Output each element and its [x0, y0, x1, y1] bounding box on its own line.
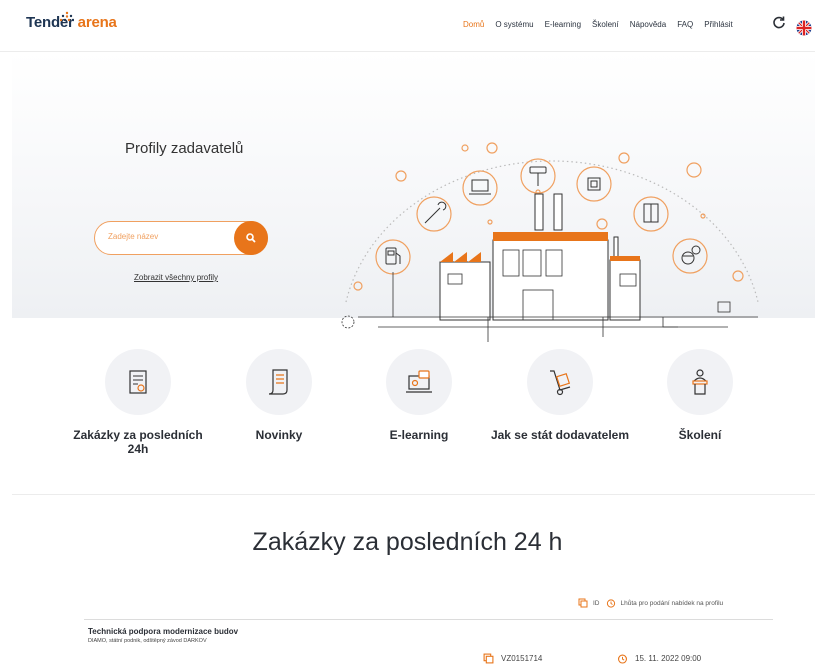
- categories-section: Zakázky za posledních 24h Novinky E-lear…: [0, 349, 815, 469]
- hand-truck-icon: [550, 370, 571, 396]
- section-title: Zakázky za posledních 24 h: [252, 528, 563, 556]
- main-nav: Domů O systému E-learning Školení Nápově…: [463, 20, 744, 29]
- alarm-clock-icon: [617, 654, 628, 664]
- tender-deadline: 15. 11. 2022 09:00: [617, 653, 701, 664]
- logo-dots-icon: [60, 11, 74, 22]
- copy-id-icon: [483, 653, 494, 664]
- search-icon: [246, 233, 256, 243]
- category-skoleni[interactable]: Školení: [630, 349, 770, 442]
- legend-id-label: ID: [593, 599, 600, 607]
- nav-item-faq[interactable]: FAQ: [677, 20, 693, 29]
- category-jak-se-stat-dodavatelem[interactable]: Jak se stát dodavatelem: [490, 349, 630, 442]
- tender-id: VZ0151714: [483, 653, 542, 664]
- hero-section: Profily zadavatelů Zobrazit všechny prof…: [12, 52, 815, 342]
- category-circle: [386, 349, 452, 415]
- nav-item-prihlasit[interactable]: Přihlásit: [704, 20, 732, 29]
- logo-text-part2: arena: [77, 14, 117, 31]
- profile-search: [94, 221, 268, 255]
- uk-flag-icon[interactable]: [796, 20, 812, 36]
- tender-row-divider: [84, 619, 773, 620]
- legend-deadline-label: Lhůta pro podání nabídek na profilu: [620, 599, 724, 607]
- site-header: Tender arena Domů O systému E-learning Š…: [0, 0, 815, 52]
- scroll-icon: [268, 369, 288, 395]
- laptop-chat-icon: [406, 370, 432, 393]
- all-profiles-link[interactable]: Zobrazit všechny profily: [134, 273, 218, 282]
- nav-item-e-learning[interactable]: E-learning: [545, 20, 581, 29]
- category-circle: [246, 349, 312, 415]
- search-button[interactable]: [234, 221, 268, 255]
- category-label: Zakázky za posledních 24h: [73, 428, 203, 456]
- lecturer-podium-icon: [692, 369, 708, 395]
- category-circle: [105, 349, 171, 415]
- profile-search-input[interactable]: [106, 231, 230, 242]
- category-e-learning[interactable]: E-learning: [349, 349, 489, 442]
- tender-legend: ID Lhůta pro podání nabídek na profilu: [578, 598, 729, 608]
- tender-organization: DIAMO, státní podnik, odštěpný závod DAR…: [88, 638, 207, 644]
- section-divider: [12, 494, 815, 495]
- alarm-clock-icon: [606, 599, 615, 608]
- category-circle: [527, 349, 593, 415]
- category-last-24h[interactable]: Zakázky za posledních 24h: [68, 349, 208, 456]
- document-certificate-icon: [129, 370, 147, 394]
- hero-title: Profily zadavatelů: [125, 140, 244, 157]
- tender-id-value: VZ0151714: [501, 654, 543, 663]
- category-label: Školení: [678, 428, 722, 442]
- category-novinky[interactable]: Novinky: [209, 349, 349, 442]
- nav-item-o-systemu[interactable]: O systému: [495, 20, 533, 29]
- refresh-icon[interactable]: [772, 15, 786, 29]
- nav-item-skoleni[interactable]: Školení: [592, 20, 619, 29]
- category-circle: [667, 349, 733, 415]
- nav-item-domu[interactable]: Domů: [463, 20, 484, 29]
- tender-deadline-value: 15. 11. 2022 09:00: [635, 654, 702, 663]
- category-label: Novinky: [255, 428, 303, 442]
- tender-title[interactable]: Technická podpora modernizace budov: [88, 627, 238, 636]
- copy-id-icon: [578, 598, 588, 608]
- logo[interactable]: Tender arena: [26, 11, 117, 31]
- industry-illustration: [341, 142, 759, 342]
- category-label: Jak se stát dodavatelem: [490, 428, 630, 442]
- category-label: E-learning: [389, 428, 449, 442]
- nav-item-napoveda[interactable]: Nápověda: [630, 20, 666, 29]
